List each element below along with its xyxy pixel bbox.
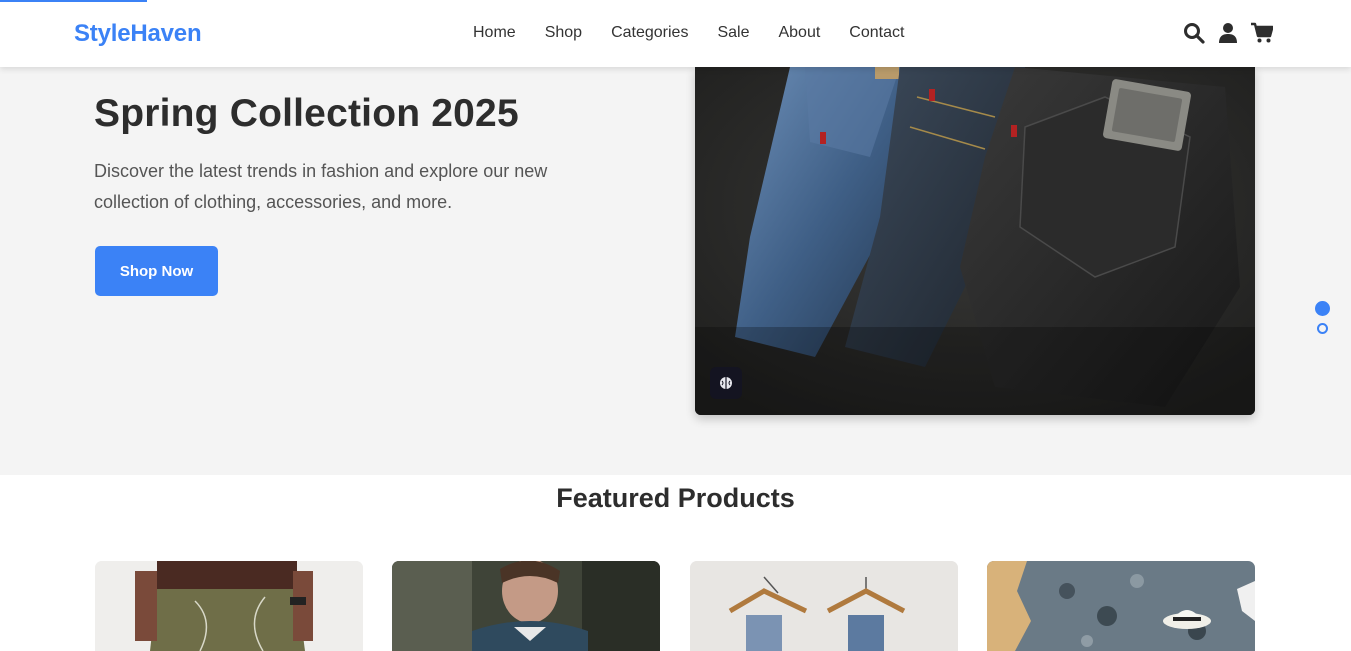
header-actions	[1183, 22, 1274, 44]
hero-title: Spring Collection 2025	[94, 92, 519, 135]
hero-description: Discover the latest trends in fashion an…	[94, 161, 548, 212]
featured-title: Featured Products	[556, 483, 795, 513]
woman-hat-rocks-photo	[987, 561, 1255, 651]
brand-logo[interactable]: StyleHaven	[74, 20, 202, 48]
hero-section: Spring Collection 2025 Discover the late…	[0, 67, 1351, 475]
slider-dots	[1315, 301, 1330, 344]
main-nav: Home Shop Categories Sale About Contact	[473, 24, 933, 42]
slider-dot-1[interactable]	[1315, 301, 1330, 316]
nav-item-contact[interactable]: Contact	[849, 24, 904, 42]
search-icon[interactable]	[1183, 22, 1205, 44]
product-card[interactable]	[987, 561, 1255, 651]
product-card[interactable]	[392, 561, 660, 651]
nav-item-about[interactable]: About	[778, 24, 820, 42]
scroll-progress-bar	[0, 0, 147, 2]
person-olive-pants-photo	[95, 561, 363, 651]
shop-now-button[interactable]: Shop Now	[95, 246, 218, 296]
image-badge[interactable]	[710, 367, 742, 399]
nav-item-categories[interactable]: Categories	[611, 24, 688, 42]
man-denim-jacket-photo	[392, 561, 660, 651]
product-card[interactable]	[95, 561, 363, 651]
jeans-photo	[695, 67, 1255, 415]
jeans-on-hangers-photo	[690, 561, 958, 651]
nav-item-home[interactable]: Home	[473, 24, 516, 42]
brain-icon	[720, 377, 732, 389]
site-header: StyleHaven Home Shop Categories Sale Abo…	[0, 0, 1351, 67]
hero-image	[695, 67, 1255, 415]
cart-icon[interactable]	[1251, 22, 1274, 44]
nav-item-shop[interactable]: Shop	[545, 24, 582, 42]
product-card[interactable]	[690, 561, 958, 651]
user-icon[interactable]	[1217, 22, 1239, 44]
nav-item-sale[interactable]: Sale	[717, 24, 749, 42]
slider-dot-2[interactable]	[1317, 323, 1328, 334]
